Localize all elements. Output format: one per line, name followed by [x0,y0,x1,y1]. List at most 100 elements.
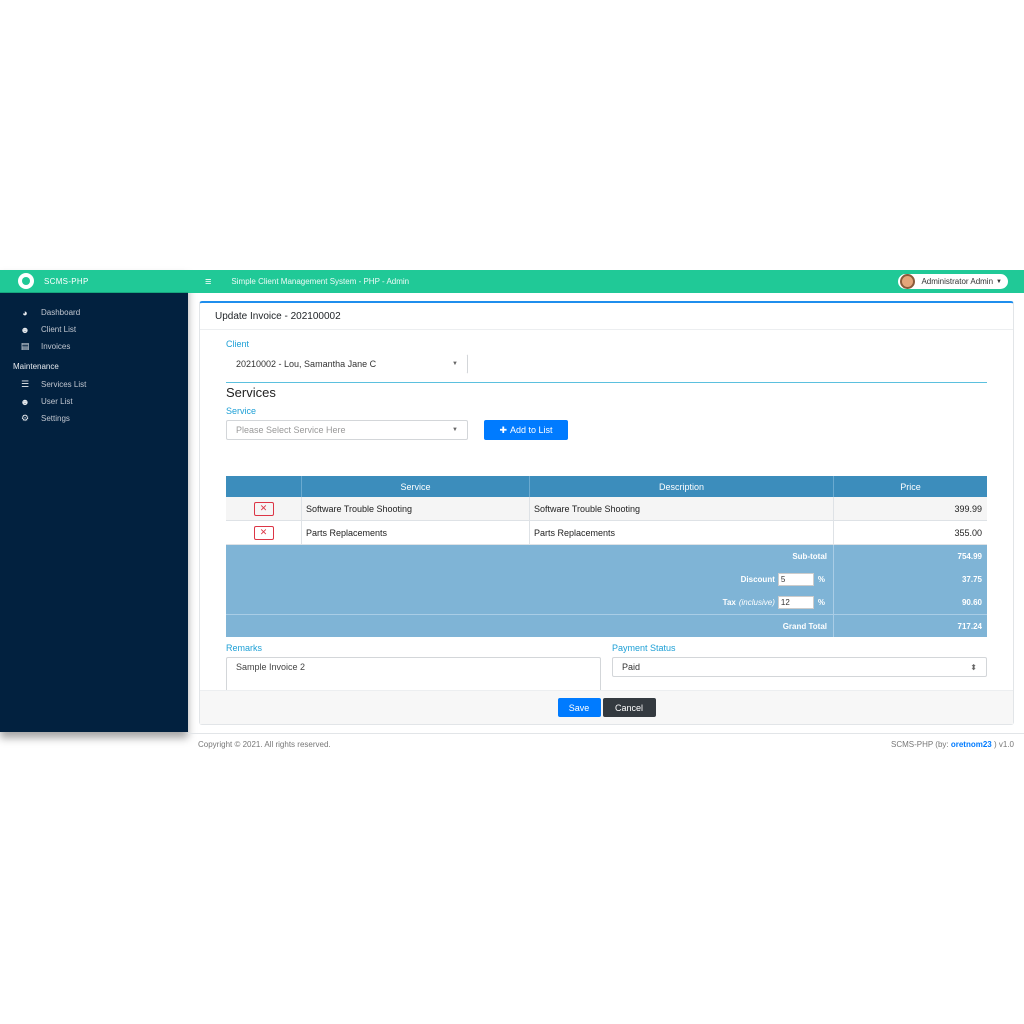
plus-icon: ✚ [499,424,507,435]
table-header: Service Description Price [226,476,987,497]
tax-label: Tax [722,598,736,607]
sidebar-item-dashboard[interactable]: ◕ Dashboard [0,304,188,321]
client-select[interactable]: 20210002 - Lou, Samantha Jane C ▼ [226,354,468,374]
table-body: ✕ Software Trouble Shooting Software Tro… [226,497,987,545]
cell-action: ✕ [226,521,302,544]
sidebar-item-invoices[interactable]: ▤ Invoices [0,338,188,355]
services-table: Service Description Price ✕ Software Tro… [226,476,987,637]
delete-row-button[interactable]: ✕ [253,525,274,540]
tax-percent-input[interactable]: 12 [777,596,814,609]
discount-label-cell: Discount 5 % [226,568,834,591]
sidebar-item-settings[interactable]: ⚙ Settings [0,410,188,427]
card-footer: Save Cancel [200,690,1013,724]
sidebar-item-label: User List [41,397,73,406]
avatar [900,274,916,289]
discount-value: 37.75 [961,575,982,584]
delete-row-button[interactable]: ✕ [253,501,274,516]
grand-total-label: Grand Total [226,615,834,637]
cell-service: Parts Replacements [302,521,530,544]
sidebar-item-label: Settings [41,414,70,423]
credit-prefix: SCMS-PHP (by: [890,740,951,749]
caret-down-icon: ▼ [996,278,1002,285]
cell-description: Software Trouble Shooting [530,497,834,520]
header-cell-price: Price [900,481,921,492]
sidebar-item-services-list[interactable]: ☰ Services List [0,376,188,393]
sidebar-item-label: Services List [41,380,87,389]
subtotal-value: 754.99 [957,552,982,561]
users-cog-icon: ☻ [20,396,30,407]
sidebar-section-maintenance: Maintenance [13,362,59,371]
sidebar-item-label: Client List [41,325,77,334]
credit-text: SCMS-PHP (by: oretnom23 ) v1.0 [891,740,1014,749]
sidebar-item-label: Dashboard [41,308,81,317]
cancel-button[interactable]: Cancel [602,698,656,717]
cell-action: ✕ [226,497,302,520]
app: SCMS-PHP ◕ Dashboard ☻ Client List ▤ Inv… [0,270,1024,762]
sidebar-item-user-list[interactable]: ☻ User List [0,393,188,410]
cell-price: 355.00 [954,527,982,538]
sidebar-item-client-list[interactable]: ☻ Client List [0,321,188,338]
percent-sign: % [817,598,825,607]
hamburger-icon[interactable]: ≡ [205,276,211,288]
add-to-list-button[interactable]: ✚ Add to List [484,420,568,440]
tax-note: (inclusive) [738,598,775,607]
divider [226,382,987,383]
brand-link[interactable]: SCMS-PHP [0,270,188,293]
remarks-label: Remarks [226,643,263,653]
card-body: Client 20210002 - Lou, Samantha Jane C ▼… [200,330,1013,710]
table-footer: Sub-total 754.99 Discount 5 % 37.75 Tax … [226,545,987,637]
sidebar: SCMS-PHP ◕ Dashboard ☻ Client List ▤ Inv… [0,270,188,732]
services-title: Services [226,385,276,400]
service-label: Service [226,406,257,416]
payment-status-value: Paid [622,662,641,672]
table-row: ✕ Parts Replacements Parts Replacements … [226,521,987,545]
header-cell-description: Description [530,476,834,497]
copyright-text: Copyright © 2021. All rights reserved. [198,740,331,749]
client-select-value: 20210002 - Lou, Samantha Jane C [236,359,377,369]
header-cell-action [226,476,302,497]
chevron-down-icon: ▼ [452,361,458,367]
header-cell-service: Service [302,476,530,497]
add-to-list-label: Add to List [510,425,553,435]
topbar: ≡ Simple Client Management System - PHP … [188,270,1024,293]
discount-row: Discount 5 % 37.75 [226,568,987,591]
page-footer: Copyright © 2021. All rights reserved. S… [188,733,1024,755]
list-icon: ☰ [20,379,30,389]
user-name: Administrator Admin [921,277,994,286]
credit-suffix: ) v1.0 [991,740,1014,749]
tax-label-cell: Tax (inclusive) 12 % [226,591,834,614]
cogs-icon: ⚙ [20,413,30,423]
client-label: Client [226,339,250,349]
grand-total-value: 717.24 [957,621,982,631]
invoice-card: Update Invoice - 202100002 Client 202100… [199,301,1014,725]
cell-price: 399.99 [954,503,982,514]
payment-status-label: Payment Status [612,643,676,653]
save-button[interactable]: Save [557,698,601,717]
service-select[interactable]: Please Select Service Here ▼ [226,420,468,440]
sort-icon: ⬍ [970,662,977,672]
user-menu-button[interactable]: Administrator Admin ▼ [898,274,1008,289]
file-invoice-icon: ▤ [20,341,30,351]
subtotal-row: Sub-total 754.99 [226,545,987,568]
subtotal-label: Sub-total [226,545,834,568]
cell-description: Parts Replacements [530,521,834,544]
sidebar-nav: ◕ Dashboard ☻ Client List ▤ Invoices Mai… [0,293,188,427]
tax-row: Tax (inclusive) 12 % 90.60 [226,591,987,614]
discount-label: Discount [740,575,775,584]
table-row: ✕ Software Trouble Shooting Software Tro… [226,497,987,521]
grand-total-row: Grand Total 717.24 [226,614,987,637]
discount-percent-input[interactable]: 5 [777,573,814,586]
tax-value: 90.60 [961,598,982,607]
author-link[interactable]: oretnom23 [951,740,992,749]
users-icon: ☻ [20,324,30,335]
brand-logo-icon [18,273,34,289]
top-title: Simple Client Management System - PHP - … [231,277,410,286]
sidebar-item-label: Invoices [41,342,71,351]
percent-sign: % [817,575,825,584]
payment-status-select[interactable]: Paid ⬍ [612,657,987,677]
tachometer-icon: ◕ [22,307,28,318]
brand-name: SCMS-PHP [44,276,89,286]
cell-service: Software Trouble Shooting [302,497,530,520]
card-title: Update Invoice - 202100002 [200,303,1013,330]
service-select-placeholder: Please Select Service Here [236,425,346,435]
